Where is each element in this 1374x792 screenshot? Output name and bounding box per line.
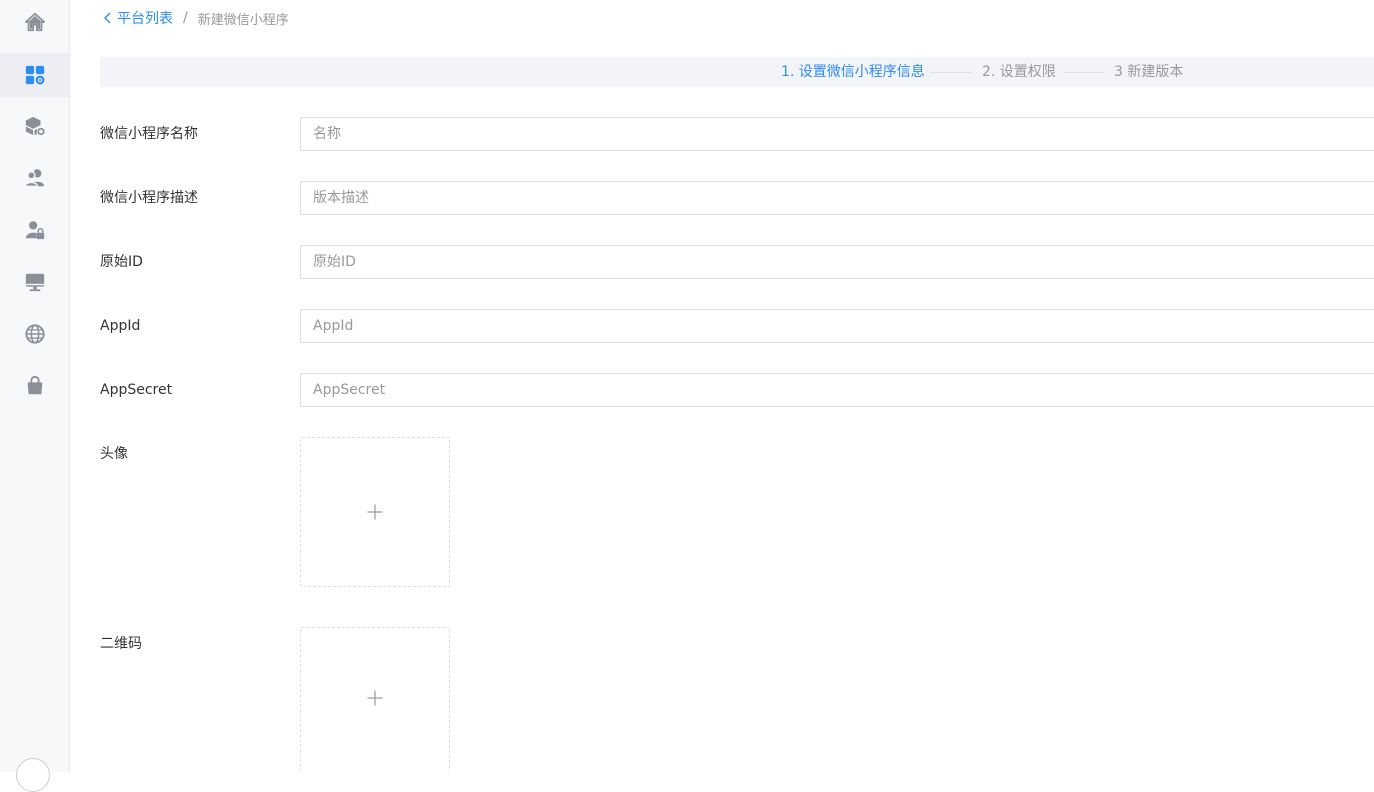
chevron-left-icon <box>104 12 111 24</box>
user-lock-icon <box>25 221 44 240</box>
home-icon <box>24 12 45 32</box>
breadcrumb-current: 新建微信小程序 <box>197 12 289 28</box>
qrcode-label: 二维码 <box>100 636 142 652</box>
sidebar-item-shop[interactable] <box>0 364 69 408</box>
sidebar-item-devices[interactable] <box>0 260 69 304</box>
sidebar-item-users[interactable] <box>0 156 69 200</box>
plus-icon <box>367 504 383 520</box>
avatar-label: 头像 <box>100 446 128 462</box>
original-id-label: 原始ID <box>100 254 143 270</box>
monitor-icon <box>25 273 44 292</box>
avatar-upload[interactable] <box>300 437 450 587</box>
breadcrumb-separator: / <box>183 10 188 26</box>
app-secret-input[interactable] <box>300 373 1374 407</box>
app-id-input[interactable] <box>300 309 1374 343</box>
apps-settings-icon <box>25 65 44 85</box>
plus-icon <box>367 690 383 706</box>
sidebar-item-packages[interactable] <box>0 104 69 148</box>
steps-bar: 1. 设置微信小程序信息 2. 设置权限 3 新建版本 <box>100 57 1374 87</box>
qrcode-upload[interactable] <box>300 627 450 772</box>
breadcrumb-back-link[interactable]: 平台列表 <box>103 8 173 28</box>
breadcrumb: 平台列表 / 新建微信小程序 <box>103 8 289 28</box>
app-secret-label: AppSecret <box>100 382 173 398</box>
avatar[interactable] <box>16 758 50 792</box>
step-connector <box>930 72 972 73</box>
package-settings-icon <box>25 116 45 136</box>
app-id-label: AppId <box>100 318 141 334</box>
sidebar-item-network[interactable] <box>0 312 69 356</box>
sidebar-item-permissions[interactable] <box>0 208 69 252</box>
description-input[interactable] <box>300 181 1374 215</box>
shopping-bag-icon <box>27 375 42 395</box>
step-3[interactable]: 3 新建版本 <box>1114 57 1183 87</box>
description-label: 微信小程序描述 <box>100 190 198 206</box>
users-icon <box>24 169 44 187</box>
breadcrumb-back-label: 平台列表 <box>117 11 173 27</box>
name-input[interactable] <box>300 117 1374 151</box>
sidebar-item-home[interactable] <box>0 0 69 44</box>
step-2[interactable]: 2. 设置权限 <box>982 57 1056 87</box>
sidebar-item-apps[interactable] <box>0 53 69 97</box>
sidebar <box>0 0 70 792</box>
original-id-input[interactable] <box>300 245 1374 279</box>
globe-icon <box>24 324 45 344</box>
step-connector <box>1063 72 1104 73</box>
name-label: 微信小程序名称 <box>100 126 198 142</box>
step-1[interactable]: 1. 设置微信小程序信息 <box>781 57 925 87</box>
